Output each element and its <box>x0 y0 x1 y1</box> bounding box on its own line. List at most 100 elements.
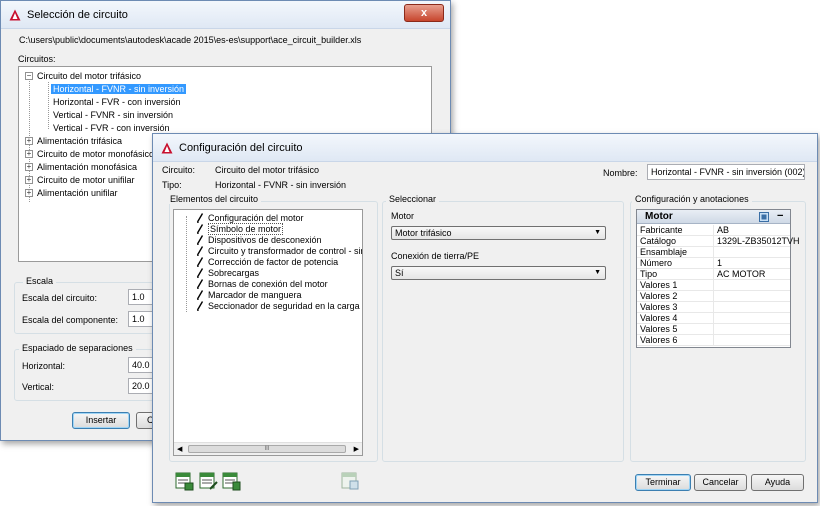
property-key: Número <box>640 258 673 268</box>
pencil-icon <box>196 235 204 245</box>
pencil-icon <box>196 224 204 234</box>
horizontal-scrollbar[interactable]: ◀ III ▶ <box>174 442 362 455</box>
tree-item[interactable]: Alimentación unifilar <box>37 187 118 199</box>
ground-label: Conexión de tierra/PE <box>391 251 480 261</box>
tree-item-selected-label: Horizontal - FVNR - sin inversión <box>51 84 187 94</box>
property-row[interactable]: Valores 2 <box>637 291 790 302</box>
property-row[interactable]: Valores 6 <box>637 335 790 346</box>
property-divider <box>713 269 714 279</box>
property-row[interactable]: Ensamblaje <box>637 247 790 258</box>
element-label: Sobrecargas <box>208 268 260 278</box>
property-key: Valores 5 <box>640 324 678 334</box>
tree-item[interactable]: Alimentación trifásica <box>37 135 122 147</box>
tree-item-root[interactable]: Circuito del motor trifásico <box>37 70 141 82</box>
property-divider <box>713 302 714 312</box>
help-button[interactable]: Ayuda <box>751 474 804 491</box>
property-row[interactable]: Valores 4 <box>637 313 790 324</box>
element-item[interactable]: Seccionador de seguridad en la carga <box>196 300 360 312</box>
component-scale-label: Escala del componente: <box>22 315 119 325</box>
scroll-thumb[interactable]: III <box>188 445 346 453</box>
element-label: Marcador de manguera <box>208 290 302 300</box>
ground-dropdown-value: Sí <box>395 268 404 278</box>
property-row[interactable]: Valores 3 <box>637 302 790 313</box>
autocad-app-icon <box>9 9 21 20</box>
name-label: Nombre: <box>603 168 638 178</box>
property-divider <box>713 225 714 235</box>
circuit-scale-label: Escala del circuito: <box>22 293 98 303</box>
property-row[interactable]: Número 1 <box>637 258 790 269</box>
element-label: Dispositivos de desconexión <box>208 235 322 245</box>
property-row[interactable]: Fabricante AB <box>637 225 790 236</box>
name-input[interactable]: Horizontal - FVNR - sin inversión (002) <box>647 164 805 180</box>
finish-button[interactable]: Terminar <box>635 474 691 491</box>
pencil-icon <box>196 279 204 289</box>
pencil-icon <box>196 213 204 223</box>
property-row[interactable]: Valores 1 <box>637 280 790 291</box>
element-label: Seccionador de seguridad en la carga <box>208 301 360 311</box>
property-value: 1 <box>717 258 723 268</box>
property-divider <box>713 291 714 301</box>
tree-item[interactable]: Circuito de motor monofásico <box>37 148 154 160</box>
expand-icon[interactable]: + <box>25 176 33 184</box>
expand-icon[interactable]: + <box>25 163 33 171</box>
motor-dropdown-value: Motor trifásico <box>395 228 452 238</box>
select-group-title: Seleccionar <box>386 194 440 204</box>
tree-item[interactable]: Horizontal - FVNR - sin inversión <box>51 83 187 95</box>
property-key: Valores 2 <box>640 291 678 301</box>
add-template-icon[interactable] <box>174 471 194 491</box>
tree-item[interactable]: Circuito de motor unifilar <box>37 174 135 186</box>
property-key: Ensamblaje <box>640 247 688 257</box>
preview-icon[interactable] <box>340 471 360 491</box>
property-grid-header[interactable]: Motor − <box>637 210 790 224</box>
chevron-down-icon: ▼ <box>594 229 601 236</box>
property-key: Tipo <box>640 269 658 279</box>
property-divider <box>713 324 714 334</box>
property-value: AB <box>717 225 730 235</box>
grid-view-icon[interactable] <box>759 212 769 222</box>
autocad-app-icon <box>161 142 173 153</box>
motor-dropdown[interactable]: Motor trifásico ▼ <box>391 226 606 240</box>
collapse-icon[interactable]: − <box>25 72 33 80</box>
property-divider <box>713 258 714 268</box>
edit-template-icon[interactable] <box>198 471 218 491</box>
motor-label: Motor <box>391 211 415 221</box>
tree-guide-line <box>186 216 187 312</box>
element-label: Configuración del motor <box>208 213 304 223</box>
expand-icon[interactable]: + <box>25 137 33 145</box>
config-annotations-title: Configuración y anotaciones <box>632 194 752 204</box>
property-key: Valores 1 <box>640 280 678 290</box>
element-label: Circuito y transformador de control - si… <box>208 246 362 256</box>
property-divider <box>713 236 714 246</box>
property-key: Valores 4 <box>640 313 678 323</box>
pencil-icon <box>196 290 204 300</box>
tree-item[interactable]: Vertical - FVNR - sin inversión <box>53 109 173 121</box>
pencil-icon <box>196 246 204 256</box>
ground-dropdown[interactable]: Sí ▼ <box>391 266 606 280</box>
close-button[interactable]: x <box>404 4 444 22</box>
circuit-configuration-titlebar[interactable]: Configuración del circuito <box>153 134 817 162</box>
scroll-right-arrow-icon[interactable]: ▶ <box>354 445 359 453</box>
tree-item[interactable]: Horizontal - FVR - con inversión <box>53 96 181 108</box>
property-grid[interactable]: Motor − Fabricante AB Catálogo 1329L-ZB350… <box>636 209 800 348</box>
type-label: Tipo: <box>162 180 182 190</box>
property-row[interactable]: Tipo AC MOTOR <box>637 269 790 280</box>
circuit-elements-list[interactable]: Configuración del motor Símbolo de motor… <box>173 209 363 456</box>
insert-button[interactable]: Insertar <box>72 412 130 429</box>
property-divider <box>713 335 714 345</box>
expand-icon[interactable]: + <box>25 189 33 197</box>
property-row[interactable]: Catálogo 1329L-ZB35012TVH <box>637 236 800 247</box>
property-key: Valores 6 <box>640 335 678 345</box>
cancel-button[interactable]: Cancelar <box>694 474 747 491</box>
scroll-left-arrow-icon[interactable]: ◀ <box>177 445 182 453</box>
horizontal-spacing-label: Horizontal: <box>22 361 66 371</box>
tree-item[interactable]: Alimentación monofásica <box>37 161 137 173</box>
dialog-title: Selección de circuito <box>27 8 128 21</box>
save-template-icon[interactable] <box>221 471 241 491</box>
property-category: Motor <box>645 211 673 222</box>
property-divider <box>713 313 714 323</box>
expand-icon[interactable]: + <box>25 150 33 158</box>
dialog-title: Configuración del circuito <box>179 141 303 154</box>
property-row[interactable]: Valores 5 <box>637 324 790 335</box>
collapse-button[interactable]: − <box>777 210 783 222</box>
circuit-selection-titlebar[interactable]: Selección de circuito x <box>1 1 450 29</box>
